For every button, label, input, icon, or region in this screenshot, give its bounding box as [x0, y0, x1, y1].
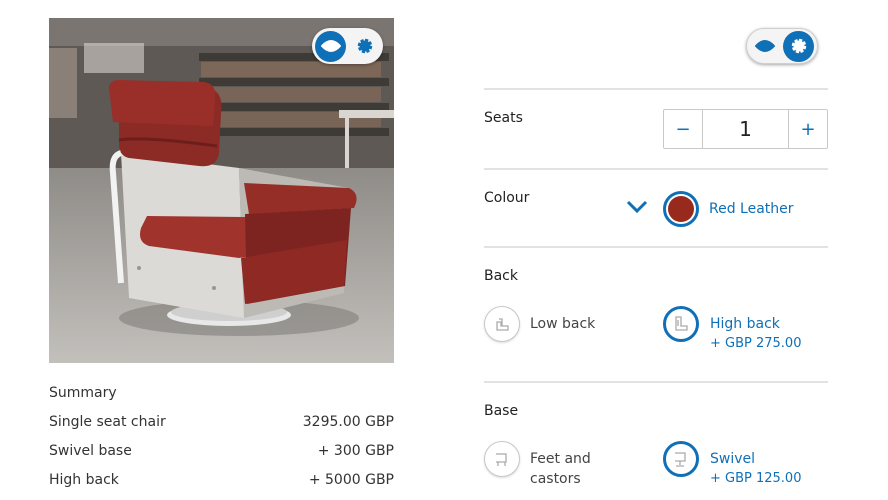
feet-and-castors-option[interactable]: Feet and castors [530, 449, 591, 489]
view-mode-button[interactable] [750, 31, 781, 62]
colour-name[interactable]: Red Leather [709, 201, 794, 217]
colour-label: Colour [484, 190, 530, 206]
chevron-down-icon[interactable] [626, 200, 648, 214]
seats-value[interactable]: 1 [702, 110, 789, 148]
divider [484, 168, 828, 170]
divider [484, 381, 828, 383]
swivel-chair-icon [675, 452, 686, 467]
summary-row: Swivel base + 300 GBP [49, 443, 394, 463]
gear-icon [357, 38, 372, 54]
summary-row-value: 3295.00 GBP [302, 414, 394, 430]
increment-button[interactable]: + [789, 110, 827, 148]
back-label: Back [484, 268, 518, 284]
decrement-button[interactable]: − [664, 110, 702, 148]
view-mode-button[interactable] [315, 30, 346, 62]
feet-and-castors-option-icon[interactable] [484, 441, 520, 477]
summary-row-value: + 300 GBP [317, 443, 394, 459]
high-back-option-icon[interactable] [663, 306, 699, 342]
divider [484, 246, 828, 248]
colour-swatch[interactable] [663, 191, 699, 227]
summary-row-label: High back [49, 472, 119, 488]
base-label: Base [484, 403, 519, 419]
summary-row-value: + 5000 GBP [308, 472, 394, 488]
swivel-price: + GBP 125.00 [710, 471, 802, 486]
summary-row: High back + 5000 GBP [49, 472, 394, 492]
low-back-chair-icon [496, 318, 509, 331]
red-leather-swatch [668, 196, 694, 222]
high-back-option[interactable]: High back [710, 314, 780, 334]
high-back-price: + GBP 275.00 [710, 336, 802, 351]
summary-title: Summary [49, 385, 117, 401]
settings-mode-button[interactable] [349, 31, 380, 62]
eye-icon [755, 40, 776, 52]
high-back-chair-icon [675, 316, 688, 331]
low-back-option[interactable]: Low back [530, 314, 595, 334]
gear-icon [791, 38, 806, 54]
low-back-option-icon[interactable] [484, 306, 520, 342]
summary-row-label: Single seat chair [49, 414, 166, 430]
summary-row-label: Swivel base [49, 443, 132, 459]
swivel-option[interactable]: Swivel [710, 449, 755, 469]
config-view-toggle [746, 28, 818, 64]
settings-mode-button[interactable] [783, 30, 814, 62]
eye-icon [320, 40, 341, 52]
seats-stepper: − 1 + [663, 109, 828, 149]
image-view-toggle [312, 28, 383, 64]
chair-illustration [49, 18, 394, 363]
seats-label: Seats [484, 110, 523, 126]
feet-castors-chair-icon [496, 453, 507, 466]
product-image [49, 18, 394, 363]
divider [484, 88, 828, 90]
summary-row: Single seat chair 3295.00 GBP [49, 414, 394, 434]
swivel-option-icon[interactable] [663, 441, 699, 477]
